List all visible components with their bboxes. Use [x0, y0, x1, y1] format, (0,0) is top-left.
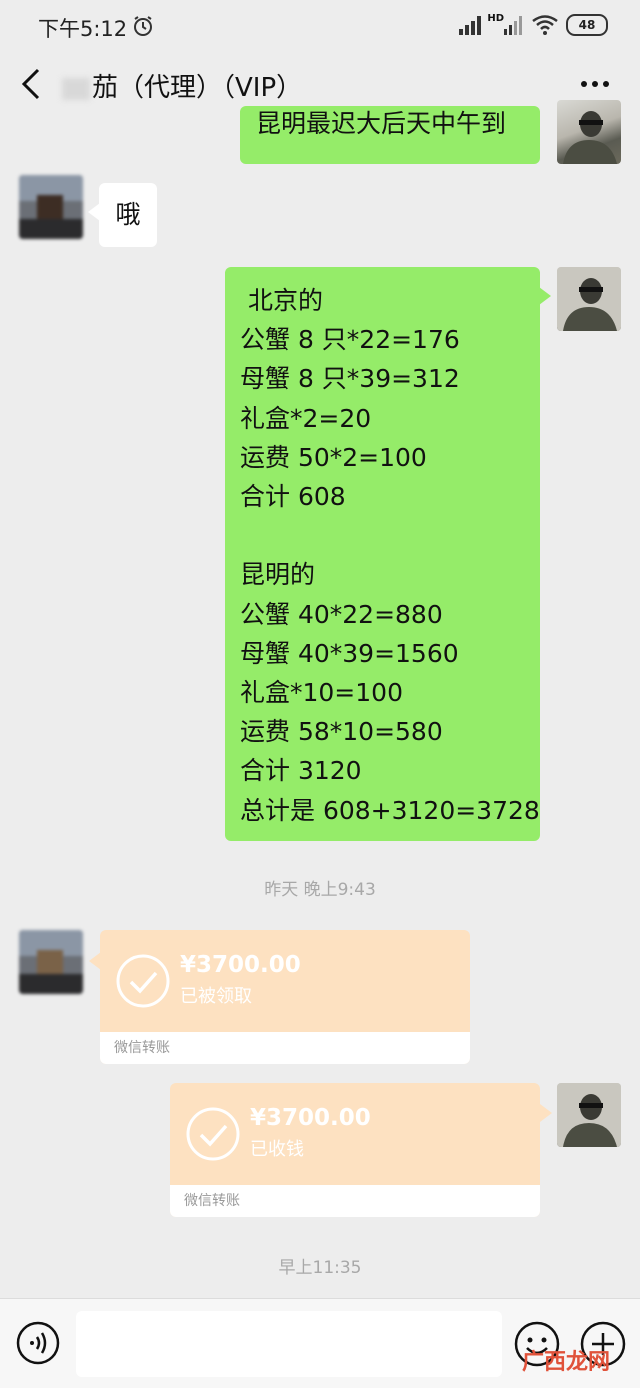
blurred-name-part: [62, 77, 90, 100]
transfer-card-received[interactable]: ¥3700.00 已被领取 微信转账: [100, 930, 470, 1064]
avatar-me[interactable]: [557, 267, 621, 331]
message-text: 昆明最迟大后天中午到: [256, 109, 507, 138]
message-line: 运费 58*10=580: [240, 717, 443, 747]
timestamp: 早上11:35: [278, 1258, 362, 1278]
message-line: ​: [240, 516, 540, 555]
transfer-footer: 微信转账: [100, 1032, 470, 1064]
bubble-tail: [540, 1104, 552, 1122]
transfer-amount: ¥3700.00: [250, 1105, 371, 1131]
transfer-footer: 微信转账: [170, 1185, 540, 1217]
battery-indicator: 48: [566, 14, 608, 36]
check-circle-icon: [116, 954, 170, 1008]
message-line: 合计 608: [240, 482, 346, 512]
message-line: 运费 50*2=100: [240, 442, 427, 472]
avatar-photo: [19, 930, 83, 994]
message-line: 北京的: [240, 286, 323, 315]
transfer-card-sent[interactable]: ¥3700.00 已收钱 微信转账: [170, 1083, 540, 1217]
avatar-photo: [563, 111, 617, 164]
signal-hd-icon: [504, 16, 522, 35]
transfer-amount: ¥3700.00: [180, 952, 301, 978]
message-line: 公蟹 8 只*22=176: [240, 325, 460, 355]
message-line: 母蟹 8 只*39=312: [240, 364, 460, 394]
message-line: 公蟹 40*22=880: [240, 599, 443, 629]
voice-input-icon[interactable]: [16, 1321, 60, 1365]
watermark: 广西龙网: [521, 1350, 610, 1375]
message-line: 总计是 608+3120=3728: [240, 795, 540, 825]
avatar-photo: [557, 1083, 621, 1147]
message-bubble-sent[interactable]: 昆明最迟大后天中午到: [240, 106, 540, 164]
message-line: 礼盒*10=100: [240, 678, 403, 708]
avatar-contact[interactable]: [19, 175, 83, 239]
alarm-icon: [134, 16, 152, 36]
message-line: 礼盒*2=20: [240, 403, 372, 433]
avatar-me[interactable]: [557, 1083, 621, 1147]
signal-icon: [459, 16, 482, 35]
transfer-status: 已收钱: [250, 1139, 304, 1160]
avatar-me[interactable]: [557, 100, 621, 164]
status-time: 下午5:12: [38, 17, 128, 41]
input-bar: 广西龙网: [0, 1298, 640, 1388]
transfer-status: 已被领取: [180, 986, 252, 1007]
back-arrow-icon[interactable]: [18, 66, 48, 102]
wifi-icon: [532, 15, 558, 35]
avatar-photo: [19, 175, 83, 239]
more-options-icon[interactable]: [580, 80, 610, 88]
transfer-card-body: ¥3700.00 已被领取: [100, 930, 470, 1032]
message-text: 哦: [115, 200, 141, 229]
chat-title: 茄（代理）（VIP）: [62, 67, 302, 104]
check-circle-icon: [186, 1107, 240, 1161]
avatar-contact[interactable]: [19, 930, 83, 994]
message-input[interactable]: [76, 1311, 502, 1377]
status-bar: 下午5:12 HD 48: [0, 0, 640, 52]
message-line: 昆明的: [240, 560, 316, 590]
message-bubble-received[interactable]: 哦: [88, 183, 157, 247]
timestamp: 昨天 晚上9:43: [264, 880, 376, 900]
avatar-photo: [557, 267, 621, 331]
message-line: 母蟹 40*39=1560: [240, 638, 459, 668]
network-type: HD: [487, 12, 504, 24]
message-bubble-sent[interactable]: 北京的 公蟹 8 只*22=176 母蟹 8 只*39=312 礼盒*2=20 …: [225, 267, 551, 841]
transfer-card-body: ¥3700.00 已收钱: [170, 1083, 540, 1185]
message-line: 合计 3120: [240, 756, 362, 786]
